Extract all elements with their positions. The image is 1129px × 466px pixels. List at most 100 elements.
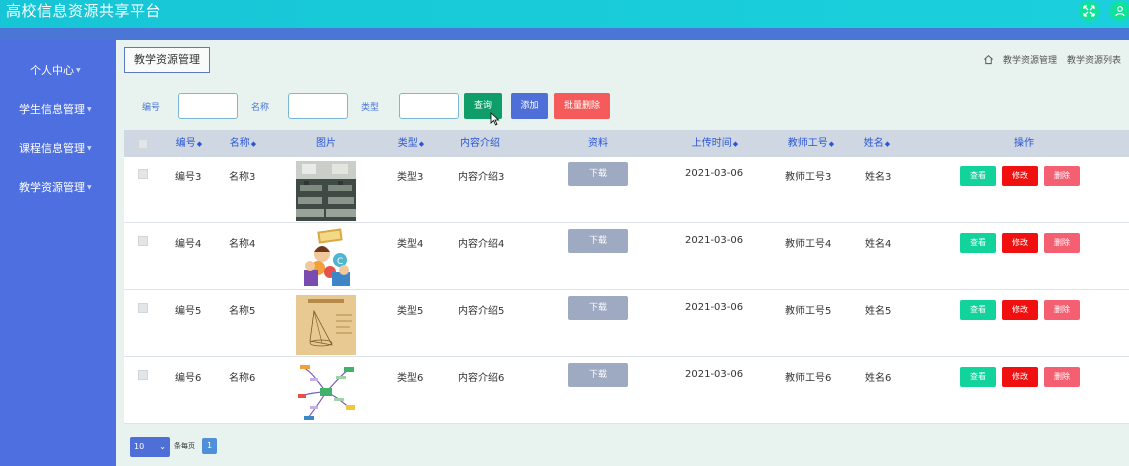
cell-teacher-no: 教师工号6	[785, 373, 832, 384]
cell-teacher-no: 教师工号4	[785, 239, 832, 250]
cell-teacher-no: 教师工号3	[785, 172, 832, 183]
header-actions: 操作	[994, 130, 1054, 157]
header-id[interactable]: 编号◆	[164, 130, 214, 157]
header-label: 教师工号	[787, 138, 828, 149]
header-intro: 内容介绍	[450, 130, 510, 157]
header-teacher-name[interactable]: 姓名◆	[852, 130, 902, 157]
user-icon[interactable]	[1110, 1, 1129, 21]
thumbnail-geometry[interactable]	[296, 295, 356, 355]
cell-type: 类型6	[397, 373, 424, 384]
sidebar-item-student-info[interactable]: 学生信息管理 ▼	[0, 100, 116, 120]
download-button[interactable]: 下载	[568, 296, 628, 320]
table-header: 编号◆ 名称◆ 图片 类型◆ 内容介绍 资料 上传时间◆ 教师工号◆ 姓名◆ 操…	[124, 130, 1129, 157]
per-page-label: 条每页	[174, 442, 195, 450]
chevron-down-icon: ▼	[76, 67, 81, 74]
header-image: 图片	[296, 130, 356, 157]
header-material: 资料	[568, 130, 628, 157]
page-size-value: 10	[134, 442, 145, 451]
mouse-cursor-icon	[490, 112, 500, 126]
breadcrumb-item[interactable]: 教学资源管理	[1003, 53, 1057, 66]
search-input-type[interactable]	[399, 93, 459, 119]
header-label: 名称	[229, 138, 250, 149]
sidebar-item-label: 学生信息管理	[19, 103, 85, 116]
row-checkbox[interactable]	[138, 169, 148, 179]
cell-upload-time: 2021-03-06	[685, 369, 744, 380]
download-button[interactable]: 下载	[568, 363, 628, 387]
delete-button[interactable]: 删除	[1044, 367, 1080, 387]
sidebar: 个人中心 ▼ 学生信息管理 ▼ 课程信息管理 ▼ 教学资源管理 ▼	[0, 40, 116, 466]
cell-teacher-name: 姓名6	[865, 373, 892, 384]
expand-icon-glyph	[1083, 5, 1095, 17]
table-row: 编号4 名称4 C 类型4 内容介绍4 下载 2021-03-06 教师工号4 …	[124, 224, 1129, 290]
sidebar-item-personal-center[interactable]: 个人中心 ▼	[0, 61, 116, 81]
view-button[interactable]: 查看	[960, 300, 996, 320]
delete-button[interactable]: 删除	[1044, 233, 1080, 253]
download-button[interactable]: 下载	[568, 229, 628, 253]
search-input-name[interactable]	[288, 93, 348, 119]
cell-upload-time: 2021-03-06	[685, 302, 744, 313]
chevron-down-icon: ⌄	[159, 442, 166, 451]
header-label: 图片	[316, 138, 336, 149]
header-type[interactable]: 类型◆	[386, 130, 436, 157]
edit-button[interactable]: 修改	[1002, 367, 1038, 387]
cell-upload-time: 2021-03-06	[685, 235, 744, 246]
download-button[interactable]: 下载	[568, 162, 628, 186]
cell-id: 编号5	[175, 306, 202, 317]
thumbnail-classroom[interactable]	[296, 161, 356, 221]
sidebar-item-teaching-resources[interactable]: 教学资源管理 ▼	[0, 178, 116, 198]
view-button[interactable]: 查看	[960, 233, 996, 253]
user-icon-glyph	[1115, 6, 1125, 17]
cell-teacher-no: 教师工号5	[785, 306, 832, 317]
select-all-checkbox[interactable]	[138, 139, 148, 149]
edit-button[interactable]: 修改	[1002, 233, 1038, 253]
header-label: 编号	[175, 138, 196, 149]
row-checkbox[interactable]	[138, 236, 148, 246]
header-label: 姓名	[863, 138, 884, 149]
cell-id: 编号4	[175, 239, 202, 250]
view-button[interactable]: 查看	[960, 367, 996, 387]
chevron-down-icon: ▼	[87, 184, 92, 191]
cell-intro: 内容介绍4	[458, 239, 505, 250]
sort-icon: ◆	[196, 140, 203, 148]
cell-type: 类型4	[397, 239, 424, 250]
edit-button[interactable]: 修改	[1002, 300, 1038, 320]
edit-button[interactable]: 修改	[1002, 166, 1038, 186]
main-content: 教学资源管理 教学资源管理 教学资源列表 编号 名称 类型 查询 添加 批量删除…	[116, 40, 1129, 466]
header-label: 资料	[588, 138, 608, 149]
cell-name: 名称6	[229, 373, 256, 384]
batch-delete-button[interactable]: 批量删除	[554, 93, 610, 119]
delete-button[interactable]: 删除	[1044, 166, 1080, 186]
delete-button[interactable]: 删除	[1044, 300, 1080, 320]
breadcrumb-item: 教学资源列表	[1066, 56, 1121, 66]
classroom-photo-image	[296, 161, 356, 221]
home-icon[interactable]	[983, 54, 994, 65]
search-input-id[interactable]	[178, 93, 238, 119]
header-upload-time[interactable]: 上传时间◆	[680, 130, 750, 157]
cell-upload-time: 2021-03-06	[685, 168, 744, 179]
header-name[interactable]: 名称◆	[218, 130, 268, 157]
chevron-down-icon: ▼	[87, 145, 92, 152]
row-checkbox[interactable]	[138, 370, 148, 380]
header-teacher-no[interactable]: 教师工号◆	[776, 130, 846, 157]
top-bar: 高校信息资源共享平台	[0, 0, 1129, 28]
view-button[interactable]: 查看	[960, 166, 996, 186]
cell-teacher-name: 姓名5	[865, 306, 892, 317]
header-label: 上传时间	[691, 138, 732, 149]
search-label-type: 类型	[361, 103, 380, 113]
thumbnail-mind-map[interactable]	[296, 362, 356, 422]
cell-name: 名称3	[229, 172, 256, 183]
resource-table: 编号◆ 名称◆ 图片 类型◆ 内容介绍 资料 上传时间◆ 教师工号◆ 姓名◆ 操…	[124, 130, 1129, 424]
cell-id: 编号3	[175, 172, 202, 183]
sort-icon: ◆	[418, 140, 425, 148]
cell-intro: 内容介绍6	[458, 373, 505, 384]
row-checkbox[interactable]	[138, 303, 148, 313]
page-size-select[interactable]: 10 ⌄	[130, 437, 170, 457]
children-illustration-image: C	[296, 228, 356, 288]
sidebar-item-course-info[interactable]: 课程信息管理 ▼	[0, 139, 116, 159]
expand-icon[interactable]	[1079, 1, 1099, 21]
add-button[interactable]: 添加	[511, 93, 548, 119]
page-number-current[interactable]: 1	[202, 438, 217, 454]
thumbnail-children[interactable]: C	[296, 228, 356, 288]
cell-intro: 内容介绍3	[458, 172, 505, 183]
cell-name: 名称5	[229, 306, 256, 317]
